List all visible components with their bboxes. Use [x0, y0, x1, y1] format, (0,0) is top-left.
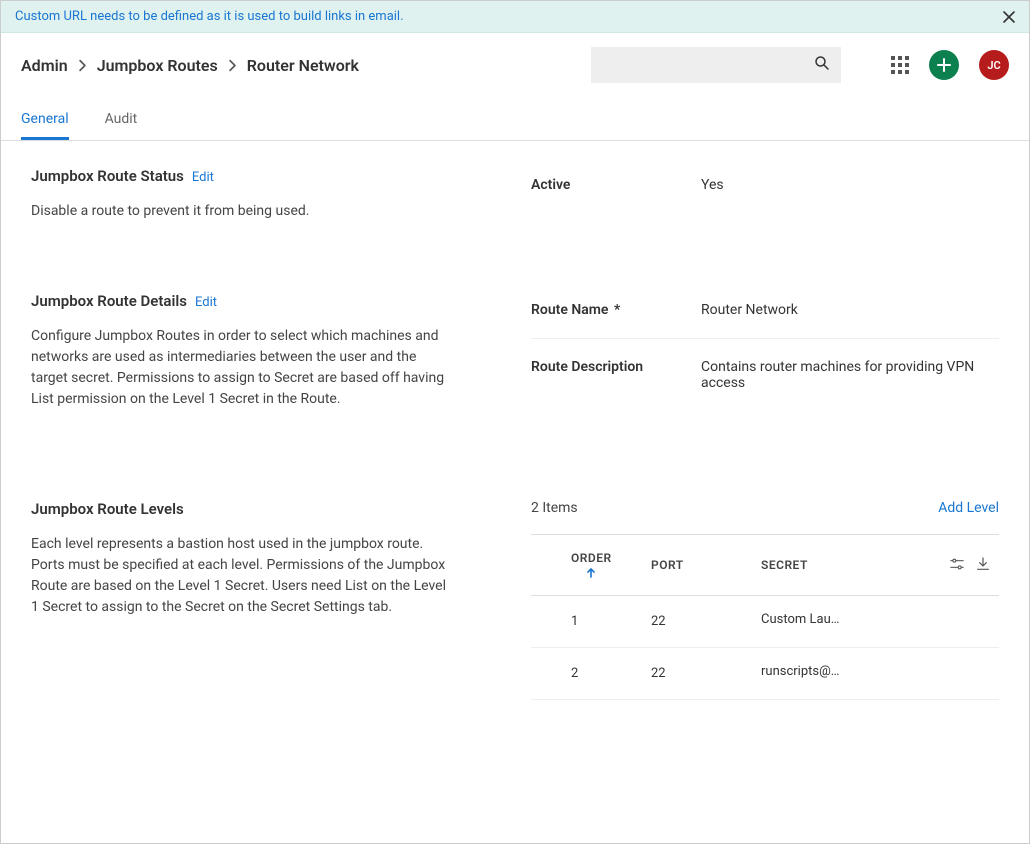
- section-levels: Jumpbox Route Levels Each level represen…: [31, 500, 999, 700]
- cell-secret: runscripts@…: [751, 648, 929, 700]
- field-route-desc-value: Contains router machines for providing V…: [701, 359, 999, 391]
- cell-secret-text: Custom Lau…: [761, 612, 839, 627]
- notification-text: Custom URL needs to be defined as it is …: [15, 9, 404, 24]
- apps-icon[interactable]: [891, 56, 909, 74]
- page-header: Admin Jumpbox Routes Router Network JC: [1, 33, 1029, 93]
- table-row[interactable]: 1 22 Custom Lau…: [531, 596, 999, 648]
- col-actions: [929, 535, 999, 596]
- cell-port: 22: [641, 648, 751, 700]
- col-order[interactable]: ORDER: [531, 535, 641, 596]
- field-route-name-label-text: Route Name: [531, 302, 608, 318]
- table-header-row: ORDER PORT SECRET: [531, 535, 999, 596]
- download-icon[interactable]: [975, 556, 991, 572]
- section-details-desc: Configure Jumpbox Routes in order to sel…: [31, 326, 451, 410]
- tab-audit[interactable]: Audit: [105, 101, 138, 140]
- columns-settings-icon[interactable]: [949, 556, 965, 572]
- tabs: General Audit: [1, 101, 1029, 141]
- field-route-name: Route Name * Router Network: [531, 292, 999, 328]
- close-icon[interactable]: [1001, 9, 1017, 25]
- notification-banner: Custom URL needs to be defined as it is …: [1, 1, 1029, 33]
- chevron-right-icon: [226, 59, 239, 72]
- field-active: Active Yes: [531, 167, 999, 203]
- section-levels-desc: Each level represents a bastion host use…: [31, 534, 451, 618]
- cell-order: 1: [531, 596, 641, 648]
- levels-header-row: 2 Items Add Level: [531, 500, 999, 534]
- levels-table: ORDER PORT SECRET: [531, 534, 999, 700]
- field-route-name-label: Route Name *: [531, 302, 701, 318]
- cell-secret-text: runscripts@…: [761, 664, 839, 679]
- add-button[interactable]: [929, 50, 959, 80]
- search-input[interactable]: [601, 57, 813, 73]
- field-active-value: Yes: [701, 177, 999, 193]
- field-route-desc-label: Route Description: [531, 359, 701, 375]
- col-secret[interactable]: SECRET: [751, 535, 929, 596]
- edit-status-link[interactable]: Edit: [192, 170, 214, 185]
- section-details: Jumpbox Route Details Edit Configure Jum…: [31, 292, 999, 410]
- required-indicator: *: [612, 302, 620, 318]
- cell-secret: Custom Lau…: [751, 596, 929, 648]
- breadcrumb-current: Router Network: [247, 56, 359, 75]
- col-order-label: ORDER: [571, 551, 612, 565]
- field-active-label: Active: [531, 177, 701, 193]
- search-icon[interactable]: [813, 54, 831, 76]
- add-level-link[interactable]: Add Level: [938, 500, 999, 516]
- section-status-title: Jumpbox Route Status: [31, 167, 184, 185]
- col-secret-label: SECRET: [761, 558, 808, 572]
- chevron-right-icon: [76, 59, 89, 72]
- table-row[interactable]: 2 22 runscripts@…: [531, 648, 999, 700]
- avatar[interactable]: JC: [979, 50, 1009, 80]
- breadcrumb: Admin Jumpbox Routes Router Network: [21, 56, 359, 75]
- tab-general[interactable]: General: [21, 101, 69, 140]
- section-details-title: Jumpbox Route Details: [31, 292, 187, 310]
- search-box[interactable]: [591, 47, 841, 83]
- section-levels-title: Jumpbox Route Levels: [31, 500, 184, 518]
- cell-port: 22: [641, 596, 751, 648]
- levels-count: 2 Items: [531, 500, 578, 516]
- col-port[interactable]: PORT: [641, 535, 751, 596]
- section-status: Jumpbox Route Status Edit Disable a rout…: [31, 167, 999, 222]
- breadcrumb-jumpbox-routes[interactable]: Jumpbox Routes: [97, 56, 218, 75]
- field-route-desc: Route Description Contains router machin…: [531, 338, 999, 401]
- edit-details-link[interactable]: Edit: [195, 295, 217, 310]
- breadcrumb-admin[interactable]: Admin: [21, 56, 68, 75]
- col-port-label: PORT: [651, 558, 684, 572]
- sort-asc-icon[interactable]: [585, 567, 597, 579]
- field-route-name-value: Router Network: [701, 302, 999, 318]
- content: Jumpbox Route Status Edit Disable a rout…: [1, 141, 1029, 700]
- cell-order: 2: [531, 648, 641, 700]
- section-status-desc: Disable a route to prevent it from being…: [31, 201, 451, 222]
